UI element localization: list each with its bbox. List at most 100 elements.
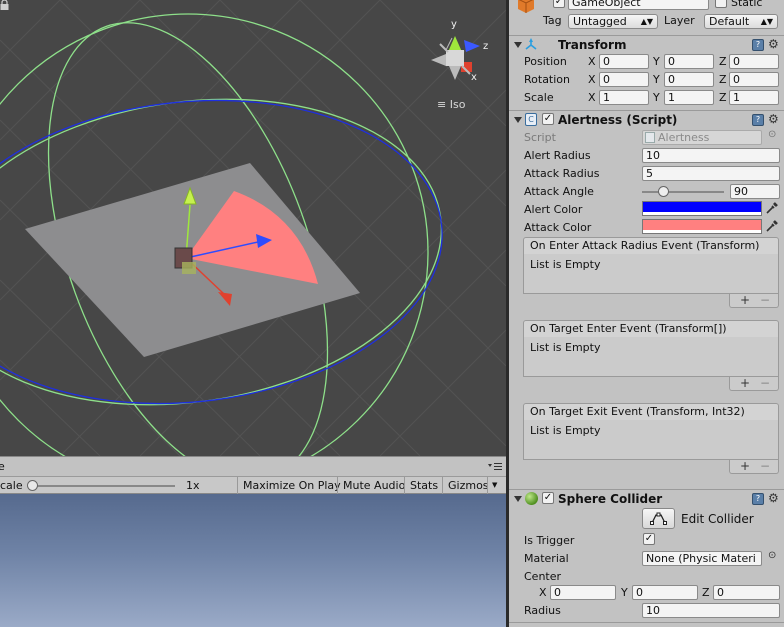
center-handle[interactable] [182,262,196,274]
center-y-field[interactable]: 0 [632,585,698,600]
mute-audio-button[interactable]: Mute Audio [337,477,410,494]
add-listener-button[interactable]: + [740,293,750,307]
script-value: Alertness [658,131,710,144]
axis-y-label: Y [653,91,660,104]
static-checkbox[interactable] [715,0,727,8]
gear-icon[interactable]: ⚙ [768,112,779,126]
axis-x-label: X [588,91,596,104]
on-target-enter-event: On Target Enter Event (Transform[]) List… [523,320,779,401]
rotation-y-field[interactable]: 0 [664,72,714,87]
gizmos-button[interactable]: Gizmos [442,477,494,494]
game-view[interactable] [0,494,506,627]
foldout-arrow-icon[interactable] [514,42,522,48]
gear-icon[interactable]: ⚙ [768,491,779,505]
position-z-field[interactable]: 0 [729,54,779,69]
material-field[interactable]: None (Physic Materi [642,551,762,566]
script-icon: C [525,113,537,126]
help-icon[interactable]: ? [752,114,764,126]
tab-menu-icon[interactable] [488,462,502,472]
gameobject-name-field[interactable]: GameObject [568,0,709,10]
menu-lines-icon: ≡ [437,98,447,111]
remove-listener-button[interactable]: − [760,376,770,390]
add-listener-button[interactable]: + [740,376,750,390]
object-picker-icon[interactable]: ⊙ [768,550,776,561]
position-y-field[interactable]: 0 [664,54,714,69]
game-toolbar: cale 1x Maximize On Play Mute Audio Stat… [0,476,506,494]
rotation-x-field[interactable]: 0 [599,72,649,87]
game-tab-title[interactable]: e [0,460,5,473]
alert-radius-label: Alert Radius [524,149,591,162]
static-label: Static [731,0,763,9]
attack-radius-label: Attack Radius [524,167,600,180]
stats-button[interactable]: Stats [404,477,443,494]
alert-color-field[interactable] [642,201,762,216]
tag-dropdown[interactable]: Untagged ▲▼ [568,14,658,29]
help-icon[interactable]: ? [752,493,764,505]
sphere-collider-enabled-checkbox[interactable]: ✓ [542,492,554,504]
attack-radius-field[interactable]: 5 [642,166,780,181]
gizmo-y-label: y [451,19,457,30]
position-x-field[interactable]: 0 [599,54,649,69]
foldout-arrow-icon[interactable] [514,496,522,502]
event-footer: + − [729,459,779,474]
scale-y-field[interactable]: 1 [664,90,714,105]
transform-icon [525,38,537,50]
axis-x-label: X [539,586,547,599]
axis-z-label: Z [719,91,727,104]
scale-z-field[interactable]: 1 [729,90,779,105]
gear-icon[interactable]: ⚙ [768,37,779,51]
inspector-panel: ✓ GameObject Static Tag Untagged ▲▼ Layer… [509,0,784,627]
layer-dropdown[interactable]: Default ▲▼ [704,14,778,29]
edit-collider-icon [650,512,667,525]
event-list: List is Empty [523,337,779,377]
center-z-field[interactable]: 0 [713,585,780,600]
scene-canvas[interactable]: y z x [0,0,506,456]
is-trigger-checkbox[interactable]: ✓ [643,533,655,545]
scene-view[interactable]: y z x ≡ Iso [0,0,506,456]
attack-color-label: Attack Color [524,221,592,234]
dropdown-arrow-icon: ▲▼ [760,17,773,26]
tag-value: Untagged [573,15,627,28]
attack-angle-slider-handle[interactable] [657,186,669,197]
add-listener-button[interactable]: + [740,459,750,473]
radius-label: Radius [524,604,561,617]
edit-collider-button[interactable] [642,508,675,529]
event-header: On Target Exit Event (Transform, Int32) [523,403,779,421]
center-x-field[interactable]: 0 [550,585,616,600]
remove-listener-button[interactable]: − [760,459,770,473]
eyedropper-icon[interactable] [765,201,779,215]
attack-angle-slider-track[interactable] [642,191,724,193]
help-icon[interactable]: ? [752,39,764,51]
attack-color-field[interactable] [642,219,762,234]
scale-slider-track[interactable] [31,485,175,487]
gizmo-x-label: x [471,72,477,83]
event-title: On Target Enter Event (Transform[]) [530,322,727,335]
object-picker-icon: ⊙ [768,129,777,140]
attack-angle-field[interactable]: 90 [730,184,780,199]
radius-field[interactable]: 10 [642,603,780,618]
attack-angle-label: Attack Angle [524,185,594,198]
alert-radius-field[interactable]: 10 [642,148,780,163]
axis-y-label: Y [621,586,628,599]
event-footer: + − [729,376,779,391]
sphere-collider-icon [525,492,538,505]
maximize-on-play-button[interactable]: Maximize On Play [237,477,346,494]
scale-slider-handle[interactable] [27,480,38,491]
gizmos-dropdown-arrow[interactable]: ▼ [487,477,500,494]
transform-header[interactable] [509,35,784,53]
projection-toggle[interactable]: ≡ Iso [437,98,465,111]
lock-icon[interactable] [0,0,9,10]
projection-label: Iso [449,98,466,111]
game-tab-bar: e [0,456,506,476]
eyedropper-icon[interactable] [765,219,779,233]
gameobject-active-checkbox[interactable]: ✓ [553,0,565,8]
remove-listener-button[interactable]: − [760,293,770,307]
scale-x-field[interactable]: 1 [599,90,649,105]
event-header: On Enter Attack Radius Event (Transform) [523,237,779,255]
rotation-z-field[interactable]: 0 [729,72,779,87]
event-footer: + − [729,293,779,308]
alertness-enabled-checkbox[interactable]: ✓ [542,113,554,125]
axis-z-label: Z [719,73,727,86]
event-title: On Enter Attack Radius Event (Transform) [530,239,760,252]
foldout-arrow-icon[interactable] [514,117,522,123]
